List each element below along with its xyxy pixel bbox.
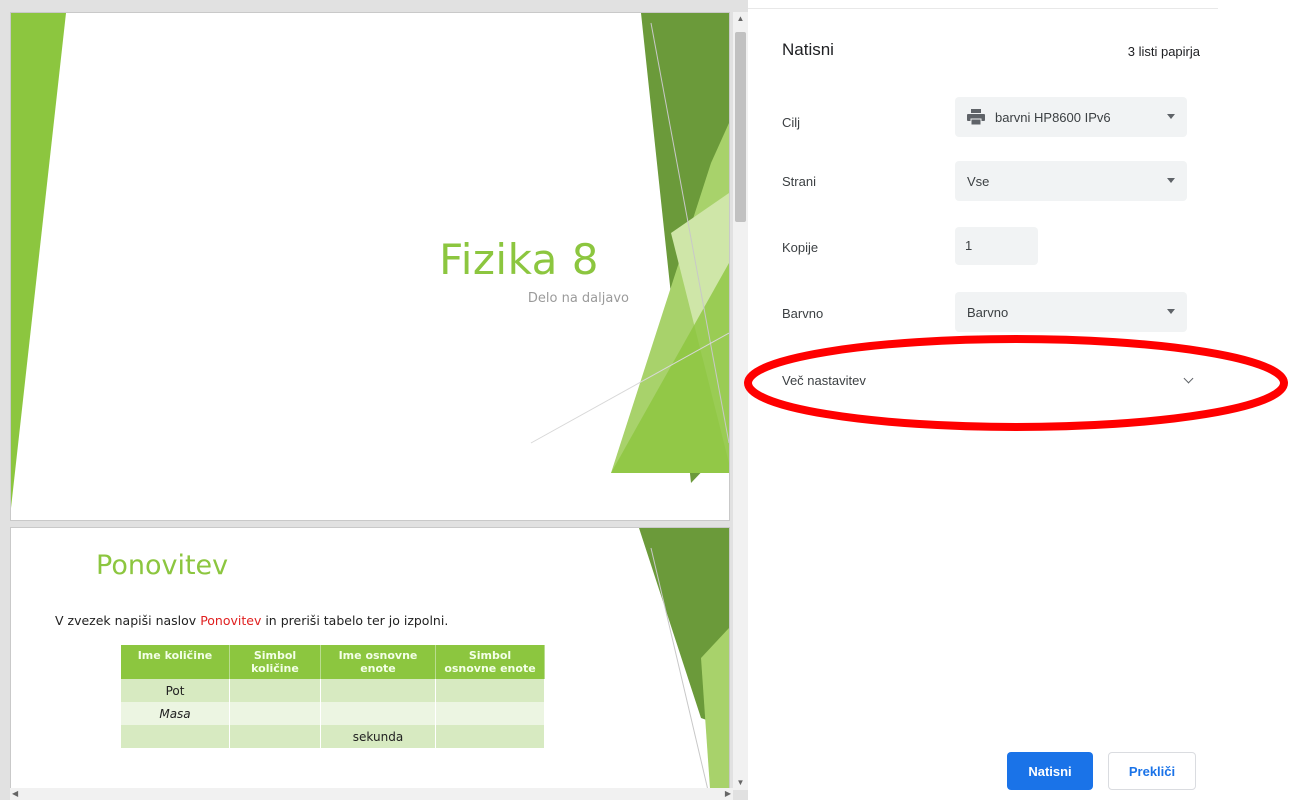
- slide-2-preview: Ponovitev V zvezek napiši naslov Ponovit…: [10, 527, 730, 800]
- slide-decoration: [11, 13, 729, 508]
- panel-title: Natisni: [782, 40, 834, 59]
- preview-vertical-scrollbar[interactable]: ▲ ▼: [733, 12, 748, 790]
- table-header: Simbol količine: [229, 645, 321, 679]
- dropdown-arrow-icon: [1167, 178, 1175, 183]
- table-row: Masa: [121, 702, 545, 725]
- table-cell: Masa: [121, 702, 230, 725]
- print-preview-area: Fizika 8 Delo na daljavo Ponovitev V zve…: [0, 0, 748, 800]
- slide-instruction: V zvezek napiši naslov Ponovitev in prer…: [55, 613, 448, 628]
- color-label: Barvno: [782, 306, 824, 321]
- print-settings-panel: Natisni 3 listi papirja Cilj barvni HP86…: [748, 0, 1293, 800]
- dropdown-arrow-icon: [1167, 309, 1175, 314]
- sheet-count: 3 listi papirja: [1127, 44, 1200, 59]
- divider: [748, 8, 1218, 9]
- more-settings-label: Več nastavitev: [782, 373, 866, 388]
- table-cell: [320, 679, 436, 702]
- pages-select[interactable]: Vse: [955, 161, 1187, 201]
- cancel-button[interactable]: Prekliči: [1108, 752, 1196, 790]
- slide-title: Ponovitev: [96, 550, 229, 581]
- instruction-highlight: Ponovitev: [200, 613, 262, 628]
- chevron-down-icon: [1183, 373, 1194, 384]
- slide-title: Fizika 8: [439, 235, 599, 284]
- scroll-left-icon[interactable]: ◀: [12, 788, 18, 800]
- table-cell: [435, 679, 545, 702]
- color-select[interactable]: Barvno: [955, 292, 1187, 332]
- scroll-right-icon[interactable]: ▶: [725, 788, 731, 800]
- copies-input[interactable]: 1: [955, 227, 1038, 265]
- print-button[interactable]: Natisni: [1007, 752, 1093, 790]
- dropdown-arrow-icon: [1167, 114, 1175, 119]
- table-cell: [320, 702, 436, 725]
- scroll-up-icon[interactable]: ▲: [733, 12, 748, 26]
- pages-value: Vse: [967, 173, 990, 189]
- instruction-text: V zvezek napiši naslov: [55, 613, 201, 628]
- table-cell: [229, 679, 321, 702]
- quantities-table: Ime količine Simbol količine Ime osnovne…: [121, 645, 545, 748]
- table-cell: sekunda: [320, 725, 436, 748]
- pages-label: Strani: [782, 174, 816, 189]
- slide-1-preview: Fizika 8 Delo na daljavo: [10, 12, 730, 521]
- scrollbar-thumb[interactable]: [735, 32, 746, 222]
- table-cell: [435, 702, 545, 725]
- instruction-text: in preriši tabelo ter jo izpolni.: [261, 613, 449, 628]
- copies-label: Kopije: [782, 240, 819, 255]
- table-row: sekunda: [121, 725, 545, 748]
- more-settings-toggle[interactable]: Več nastavitev: [782, 373, 1194, 397]
- table-row: Pot: [121, 679, 545, 702]
- table-cell: [121, 725, 230, 748]
- preview-horizontal-scrollbar[interactable]: ◀ ▶: [10, 788, 733, 800]
- table-header: Ime količine: [121, 645, 230, 679]
- table-header: Simbol osnovne enote: [435, 645, 545, 679]
- destination-select[interactable]: barvni HP8600 IPv6: [955, 97, 1187, 137]
- color-value: Barvno: [967, 304, 1009, 320]
- scroll-down-icon[interactable]: ▼: [733, 776, 748, 790]
- printer-icon: [967, 109, 985, 125]
- destination-label: Cilj: [782, 115, 801, 130]
- table-header: Ime osnovne enote: [320, 645, 436, 679]
- table-cell: [229, 702, 321, 725]
- destination-value: barvni HP8600 IPv6: [995, 109, 1111, 125]
- table-cell: Pot: [121, 679, 230, 702]
- slide-subtitle: Delo na daljavo: [527, 291, 629, 306]
- table-cell: [435, 725, 545, 748]
- table-cell: [229, 725, 321, 748]
